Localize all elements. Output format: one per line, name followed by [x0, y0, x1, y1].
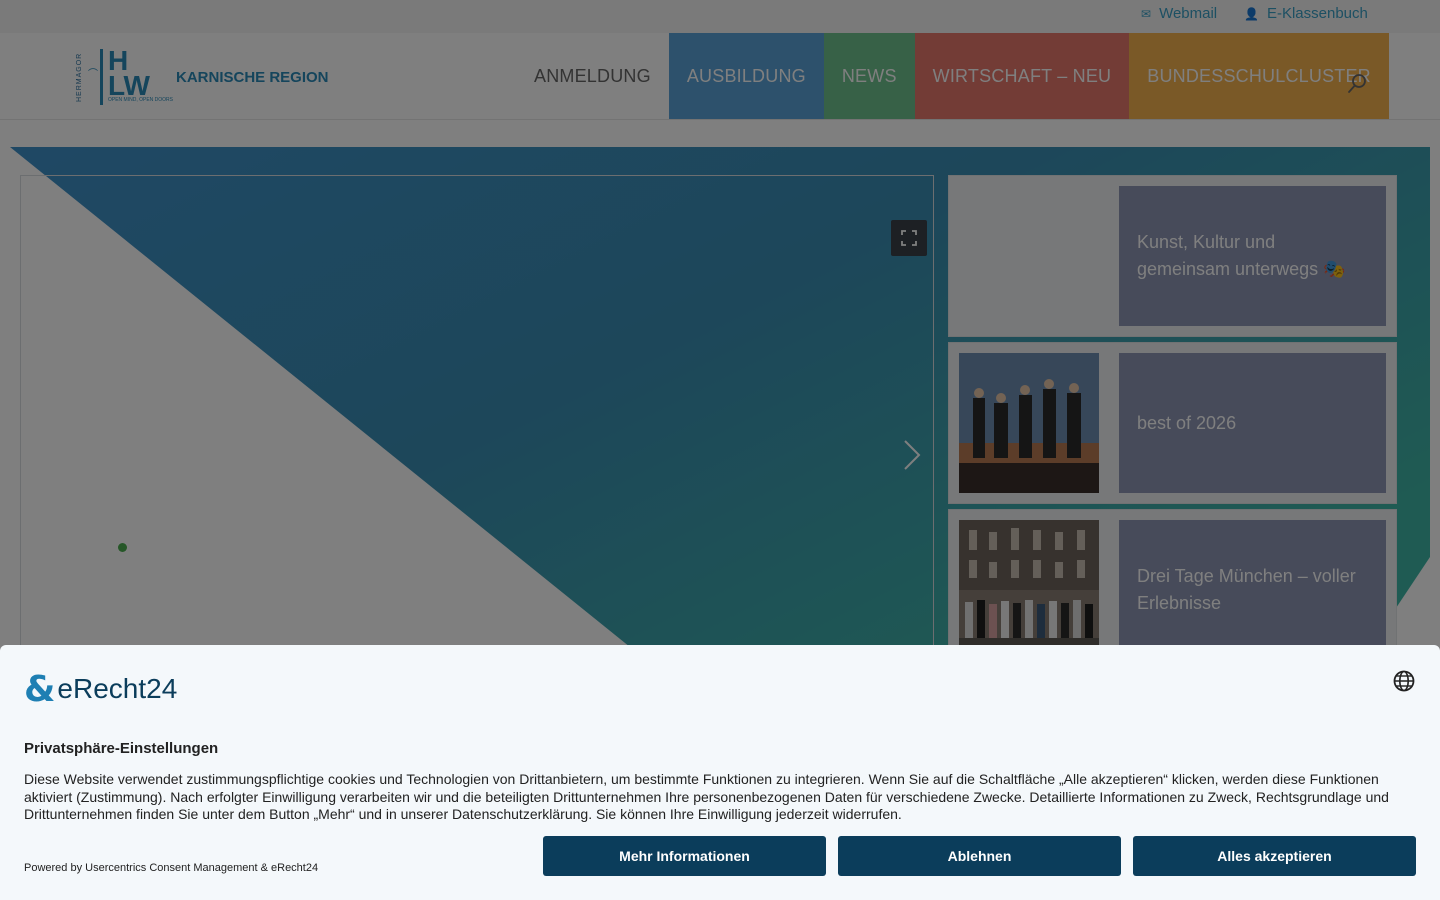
erecht24-brand: eRecht24 [57, 673, 178, 704]
globe-icon[interactable] [1392, 669, 1416, 693]
erecht24-logo: & eRecht24 [24, 668, 178, 710]
consent-title: Privatsphäre-Einstellungen [24, 740, 219, 757]
consent-powered-by: Powered by Usercentrics Consent Manageme… [24, 862, 319, 874]
accept-all-button[interactable]: Alles akzeptieren [1133, 836, 1416, 876]
consent-description: Diese Website verwendet zustimmungspflic… [24, 771, 1389, 822]
decline-button[interactable]: Ablehnen [838, 836, 1121, 876]
erecht24-mark-icon: & [24, 668, 56, 710]
cookie-consent-banner: & eRecht24 Privatsphäre-Einstellungen Di… [0, 645, 1440, 900]
more-information-button[interactable]: Mehr Informationen [543, 836, 826, 876]
